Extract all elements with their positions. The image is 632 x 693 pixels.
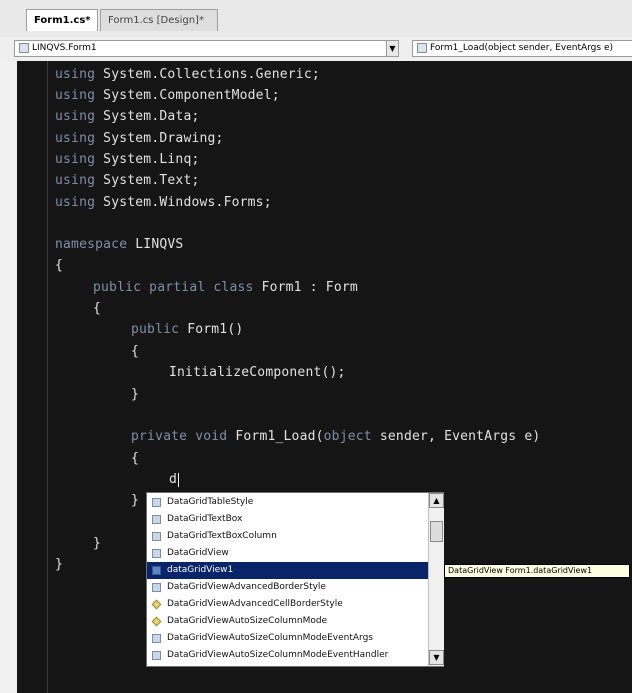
class-selector-value: LINQVS.Form1: [32, 43, 97, 53]
completion-item[interactable]: DataGridViewAutoSizeColumnMode: [147, 613, 428, 630]
completion-item[interactable]: DataGridTextBox: [147, 511, 428, 528]
enum-icon: [151, 599, 162, 610]
code-line-using: using System.Drawing;: [55, 131, 224, 146]
class-icon: [152, 532, 161, 541]
code-line-init: InitializeComponent();: [169, 365, 346, 380]
code-line-brace: {: [131, 451, 140, 466]
class-icon: [152, 583, 161, 592]
scroll-down-icon[interactable]: ▼: [429, 650, 444, 665]
code-line-brace: }: [55, 557, 64, 572]
code-line-brace: }: [93, 536, 102, 551]
completion-scrollbar[interactable]: ▲ ▼: [428, 493, 444, 666]
code-line-brace: }: [131, 387, 140, 402]
class-icon: [152, 549, 161, 558]
indicator-margin: [0, 61, 17, 693]
class-selector-dropdown[interactable]: LINQVS.Form1: [14, 40, 399, 57]
outline-gutter-line: [47, 61, 48, 693]
completion-item[interactable]: DataGridTextBoxColumn: [147, 528, 428, 545]
tab-form1-cs[interactable]: Form1.cs*: [26, 9, 98, 31]
code-line-method: private void Form1_Load(object sender, E…: [131, 429, 541, 444]
class-icon: [152, 634, 161, 643]
code-line-brace: }: [131, 493, 140, 508]
code-line-brace: {: [131, 344, 140, 359]
code-line-using: using System.Text;: [55, 173, 200, 188]
member-selector-dropdown[interactable]: Form1_Load(object sender, EventArgs e): [412, 40, 632, 57]
completion-item[interactable]: DataGridTableStyle: [147, 494, 428, 511]
scrollbar-thumb[interactable]: [430, 521, 443, 542]
intellisense-completion-list[interactable]: DataGridTableStyle DataGridTextBox DataG…: [146, 492, 444, 667]
code-line-class: public partial class Form1 : Form: [93, 280, 358, 295]
class-icon: [152, 498, 161, 507]
code-line-using: using System.Collections.Generic;: [55, 67, 320, 82]
code-line-using: using System.Data;: [55, 109, 200, 124]
code-line-constructor: public Form1(): [131, 322, 244, 337]
completion-item[interactable]: DataGridView: [147, 545, 428, 562]
completion-item[interactable]: DataGridViewAdvancedCellBorderStyle: [147, 596, 428, 613]
quickinfo-tooltip: DataGridView Form1.dataGridView1: [444, 564, 630, 578]
code-line-namespace: namespace LINQVS: [55, 237, 184, 252]
code-line-brace: {: [55, 258, 64, 273]
enum-icon: [151, 616, 162, 627]
tab-form1-design[interactable]: Form1.cs [Design]*: [100, 9, 218, 31]
text-caret: [178, 472, 180, 487]
code-line-brace: {: [93, 301, 102, 316]
scroll-up-icon[interactable]: ▲: [429, 493, 444, 508]
code-line-using: using System.ComponentModel;: [55, 88, 280, 103]
completion-item[interactable]: DataGridViewAutoSizeColumnModeEventHandl…: [147, 647, 428, 664]
code-line-typing[interactable]: d: [169, 472, 180, 487]
class-icon: [152, 515, 161, 524]
code-line-using: using System.Windows.Forms;: [55, 195, 272, 210]
member-selector-value: Form1_Load(object sender, EventArgs e): [430, 43, 613, 53]
completion-item[interactable]: DataGridViewAdvancedBorderStyle: [147, 579, 428, 596]
delegate-icon: [152, 651, 161, 660]
method-icon: [417, 42, 427, 53]
chevron-down-icon[interactable]: ▼: [386, 40, 399, 57]
navigation-bar: LINQVS.Form1 ▼ Form1_Load(object sender,…: [0, 37, 632, 62]
code-line-using: using System.Linq;: [55, 152, 200, 167]
completion-item[interactable]: DataGridViewAutoSizeColumnModeEventArgs: [147, 630, 428, 647]
class-icon: [19, 42, 29, 53]
field-icon: [152, 566, 161, 575]
completion-item-selected[interactable]: dataGridView1: [147, 562, 428, 579]
document-tab-strip: Form1.cs* Form1.cs [Design]*: [0, 0, 632, 37]
